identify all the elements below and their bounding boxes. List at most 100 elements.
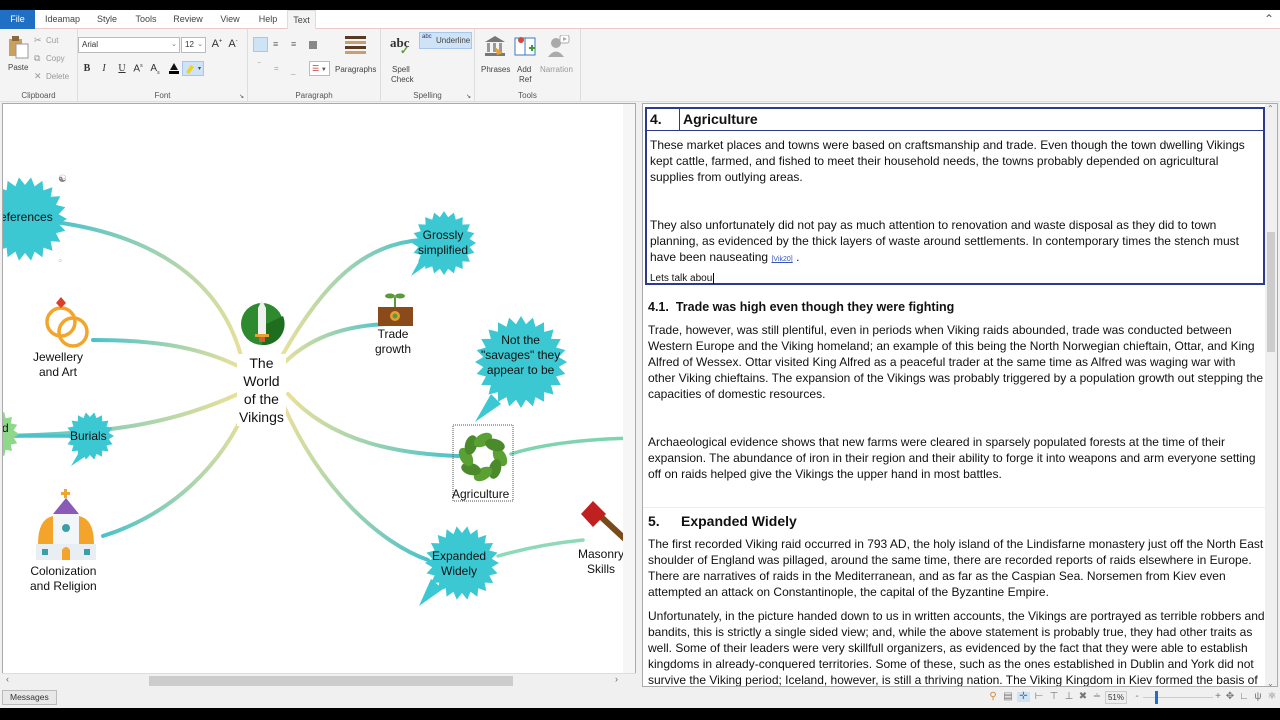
node-colonization-label[interactable]: Colonization and Religion	[30, 564, 97, 594]
font-dialog-launcher-icon[interactable]: ↘	[239, 93, 244, 100]
node-grossly-label[interactable]: Grossly simplified	[418, 228, 468, 258]
section-4-paragraph-2: They also unfortunately did not pay as m…	[650, 218, 1239, 264]
align-right-button[interactable]: ≡	[291, 39, 296, 49]
vertical-scroll-thumb[interactable]	[1267, 232, 1275, 352]
plant-soil-icon	[378, 293, 413, 326]
document-vertical-scrollbar[interactable]: ⌃ ⌄	[1265, 104, 1277, 686]
tab-view[interactable]: View	[215, 10, 245, 29]
copy-button[interactable]: ⧉ Copy	[34, 53, 74, 65]
tab-style[interactable]: Style	[90, 10, 124, 29]
mindmap-branches: ☯ ∘	[3, 174, 635, 606]
tab-ideamap[interactable]: Ideamap	[40, 10, 85, 29]
section-4-1-heading: 4.1. Trade was high even though they wer…	[648, 300, 955, 314]
node-partial-left-label[interactable]: d	[3, 421, 9, 436]
zoom-level-field[interactable]: 51%	[1105, 691, 1127, 704]
radial-layout-icon[interactable]: ⚛	[1267, 692, 1277, 702]
node-burials-label[interactable]: Burials	[70, 429, 107, 444]
layout-right-icon[interactable]: ⊢	[1034, 692, 1044, 702]
subscript-button[interactable]: As	[148, 63, 162, 76]
outline-view-icon[interactable]: ▤	[1003, 692, 1013, 702]
rings-icon	[45, 297, 89, 348]
align-center-button[interactable]: ≡	[273, 39, 278, 49]
grow-font-button[interactable]: A+	[210, 38, 224, 50]
bullet-list-button[interactable]: ☰ ▼	[309, 61, 330, 76]
italic-button[interactable]: I	[97, 63, 111, 74]
collapse-ribbon-icon[interactable]: ⌃	[1264, 10, 1274, 28]
layout-down-icon[interactable]: ⊤	[1049, 692, 1059, 702]
underline-button[interactable]: U	[115, 63, 129, 74]
font-group-label: Font	[154, 91, 171, 100]
node-jewellery-label[interactable]: Jewellery and Art	[33, 350, 83, 380]
spacing-top-button[interactable]: ‾	[258, 62, 261, 71]
scroll-down-icon[interactable]: ⌄	[1267, 679, 1274, 686]
tab-tools[interactable]: Tools	[130, 10, 162, 29]
tab-help[interactable]: Help	[253, 10, 283, 29]
scroll-up-icon[interactable]: ⌃	[1267, 104, 1274, 113]
highlight-color-button[interactable]	[182, 61, 204, 76]
zoom-slider[interactable]	[1143, 691, 1213, 704]
spacing-middle-button[interactable]: =	[274, 64, 279, 73]
center-map-icon[interactable]: ✥	[1225, 692, 1235, 702]
tab-text[interactable]: Text	[287, 10, 316, 30]
section-5-paragraph-2: Unfortunately, in the picture handed dow…	[648, 609, 1265, 687]
document-pane[interactable]: 4. Agriculture These market places and t…	[642, 103, 1278, 687]
delete-x-icon: ✕	[34, 71, 42, 81]
font-family-select[interactable]: Arial ⌄	[78, 37, 180, 53]
phrases-icon	[485, 36, 505, 56]
narration-button[interactable]: Narration	[539, 35, 577, 79]
phrases-button[interactable]: Phrases	[480, 35, 510, 79]
font-size-value: 12	[185, 40, 194, 49]
paste-button[interactable]: Paste	[6, 35, 30, 77]
node-central-label[interactable]: The World of the Vikings	[237, 354, 286, 426]
node-expanded-label[interactable]: Expanded Widely	[432, 549, 486, 579]
spacing-bottom-button[interactable]: _	[291, 66, 295, 75]
reference-link[interactable]: [Vik20]	[771, 256, 792, 263]
tab-file[interactable]: File	[0, 10, 35, 29]
bold-button[interactable]: B	[80, 63, 94, 74]
delete-button[interactable]: ✕ Delete	[34, 71, 74, 83]
node-savages-label[interactable]: Not the "savages" they appear to be	[481, 333, 560, 378]
tree-layout-icon[interactable]: ψ	[1253, 692, 1263, 702]
tab-review[interactable]: Review	[170, 10, 206, 29]
align-left-button[interactable]	[253, 37, 268, 52]
zoom-out-button[interactable]: -	[1132, 692, 1142, 702]
split-view-icon[interactable]: ✛	[1017, 692, 1030, 702]
cut-button[interactable]: ✂ Cut	[34, 35, 74, 47]
angle-layout-icon[interactable]: ∟	[1239, 692, 1249, 702]
underline-spelling-toggle[interactable]: abc Underline	[419, 32, 472, 49]
highlighter-icon	[186, 65, 201, 74]
shrink-font-button[interactable]: A-	[226, 38, 240, 50]
section-header: 4. Agriculture	[647, 109, 1263, 131]
font-size-select[interactable]: 12 ⌄	[181, 37, 206, 53]
spell-check-button[interactable]: abc ✓ Spell Check	[386, 35, 418, 85]
mindmap-canvas[interactable]: ☯ ∘ eferences Jewellery and Art Burials d…	[2, 103, 636, 687]
zoom-in-button[interactable]: +	[1213, 692, 1223, 702]
layout-up-icon[interactable]: ⊥	[1064, 692, 1074, 702]
agriculture-leaf-icon	[458, 432, 508, 482]
scroll-right-icon[interactable]: ›	[615, 674, 618, 684]
node-references-label[interactable]: eferences	[3, 210, 53, 225]
node-trade-growth-label[interactable]: Trade growth	[375, 327, 411, 357]
font-color-button[interactable]	[167, 61, 181, 78]
spelling-dialog-launcher-icon[interactable]: ↘	[466, 93, 471, 100]
add-ref-button[interactable]: Add Ref	[513, 35, 537, 89]
copy-icon: ⧉	[34, 53, 41, 63]
editing-text-input[interactable]: Lets talk abou	[650, 271, 1255, 287]
horizontal-scroll-thumb[interactable]	[149, 676, 513, 686]
mindmap-horizontal-scrollbar[interactable]: ‹ ›	[2, 673, 636, 687]
superscript-button[interactable]: As	[131, 63, 145, 74]
messages-button[interactable]: Messages	[2, 690, 57, 705]
section-agriculture-editor[interactable]: 4. Agriculture These market places and t…	[645, 107, 1265, 285]
paragraphs-button[interactable]: Paragraphs	[334, 35, 378, 79]
fit-icon[interactable]: ✖	[1078, 692, 1088, 702]
auto-arrange-icon[interactable]: ∸	[1092, 692, 1102, 702]
justify-button[interactable]	[309, 41, 317, 49]
mindmap-vertical-scrollbar[interactable]	[623, 104, 635, 674]
node-masonry-label[interactable]: Masonry Skills	[578, 547, 624, 577]
cut-label: Cut	[46, 36, 59, 45]
add-reference-icon	[514, 37, 536, 56]
zoom-slider-thumb[interactable]	[1155, 691, 1158, 704]
scroll-left-icon[interactable]: ‹	[6, 674, 9, 684]
branch-tool-icon[interactable]: ⚲	[988, 692, 998, 702]
node-agriculture-label[interactable]: Agriculture	[452, 487, 509, 502]
